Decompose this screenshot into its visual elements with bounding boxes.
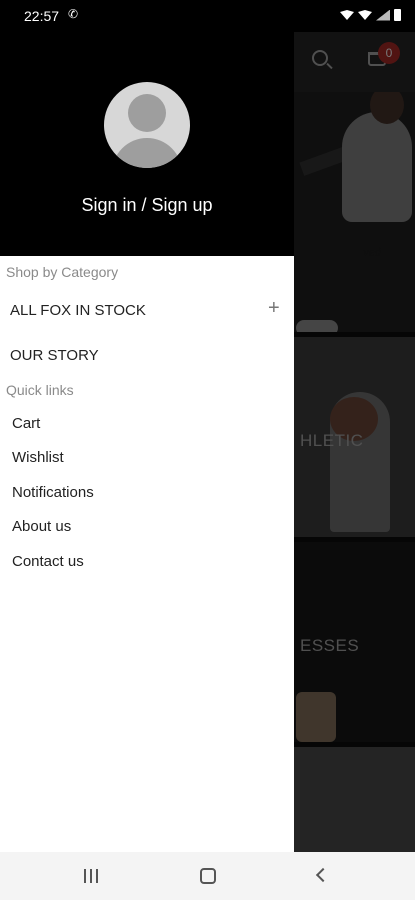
home-icon[interactable] <box>200 868 216 884</box>
navigation-drawer: Sign in / Sign up Shop by Category ALL F… <box>0 32 294 852</box>
quick-link-contact-us[interactable]: Contact us <box>12 553 84 570</box>
quick-links-heading: Quick links <box>6 382 74 398</box>
status-bar: 22:57 ✆ <box>0 0 415 32</box>
system-nav-bar <box>0 852 415 900</box>
avatar[interactable] <box>104 82 190 168</box>
avatar-head <box>128 94 166 132</box>
avatar-body <box>112 138 182 168</box>
status-icons <box>340 9 401 21</box>
wifi-icon <box>358 10 372 20</box>
wifi-calling-icon <box>340 10 354 20</box>
menu-item-all-fox-in-stock[interactable]: ALL FOX IN STOCK <box>10 302 146 319</box>
recent-apps-icon[interactable] <box>84 869 98 883</box>
back-icon[interactable] <box>315 867 331 883</box>
battery-icon <box>394 9 401 21</box>
quick-link-cart[interactable]: Cart <box>12 415 40 432</box>
sign-in-link[interactable]: Sign in / Sign up <box>0 195 294 216</box>
quick-link-notifications[interactable]: Notifications <box>12 484 94 501</box>
signal-icon <box>376 9 390 21</box>
expand-plus-icon[interactable]: + <box>268 297 280 320</box>
quick-link-about-us[interactable]: About us <box>12 518 71 535</box>
drawer-header: Sign in / Sign up <box>0 32 294 256</box>
shop-by-category-heading: Shop by Category <box>6 264 119 280</box>
status-time: 22:57 <box>24 8 60 24</box>
phone-icon: ✆ <box>68 7 79 21</box>
quick-link-wishlist[interactable]: Wishlist <box>12 449 64 466</box>
menu-item-our-story[interactable]: OUR STORY <box>10 347 99 364</box>
